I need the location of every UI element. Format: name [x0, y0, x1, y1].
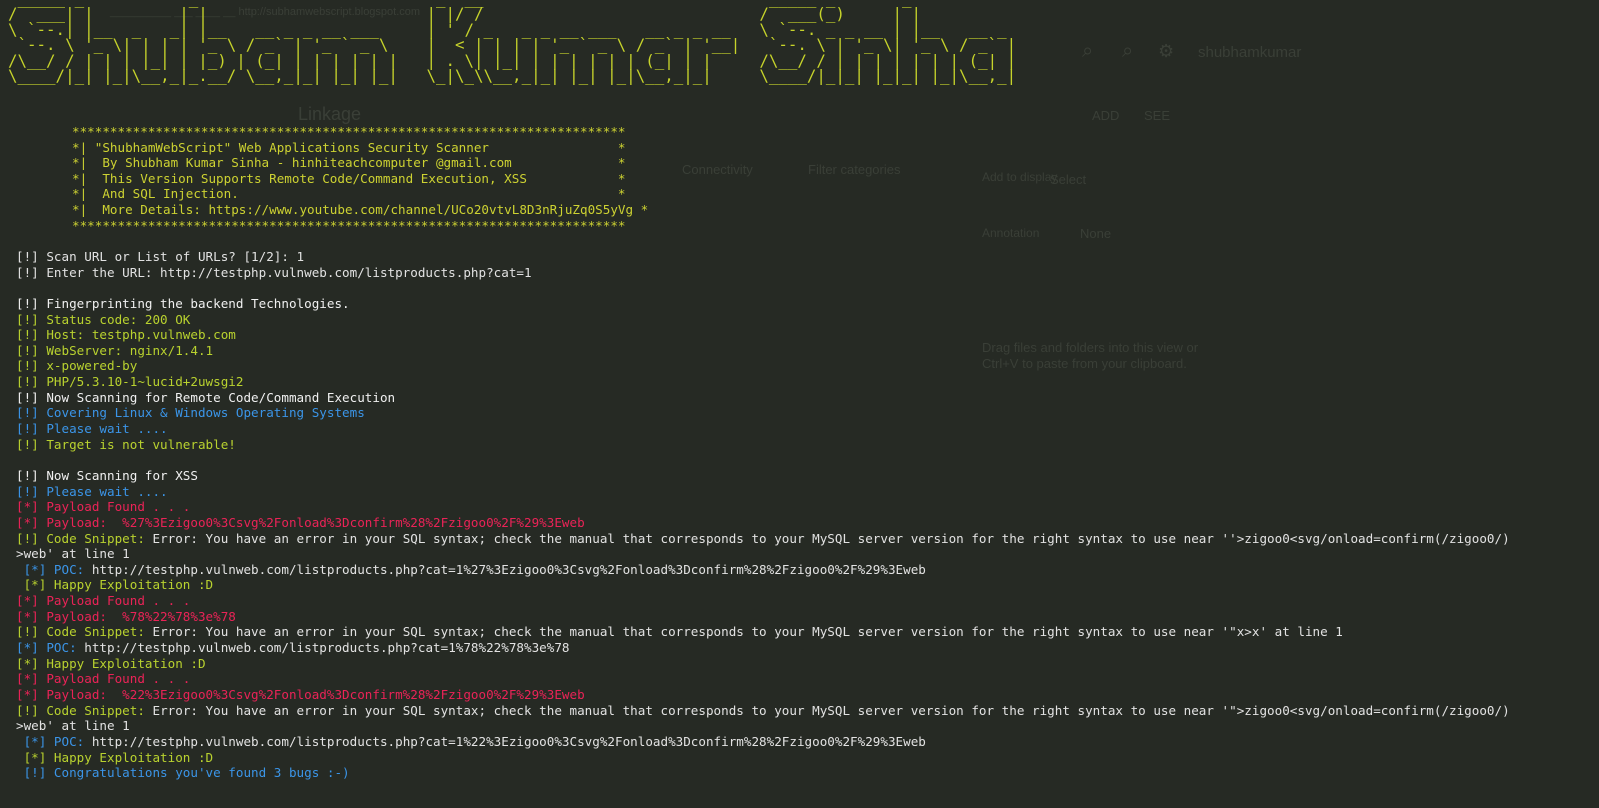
terminal-text: [!] Target is not vulnerable! — [16, 436, 236, 452]
terminal-line: [*] Happy Exploitation :D — [16, 750, 1591, 766]
background-filter-connectivity: Connectivity — [682, 162, 753, 177]
terminal-line: [*] POC: http://testphp.vulnweb.com/list… — [16, 562, 1591, 578]
terminal-line: [!] Congratulations you've found 3 bugs … — [16, 765, 1591, 781]
terminal-line: [!] Please wait .... — [16, 484, 1591, 500]
terminal-text: [!] Status code: 200 OK — [16, 311, 191, 327]
terminal-text: [!] PHP/5.3.10-1~lucid+2uwsgi2 — [16, 374, 244, 390]
background-section-label: Linkage — [298, 104, 362, 124]
terminal-line: [!] Covering Linux & Windows Operating S… — [16, 405, 1591, 421]
terminal-line: [*] Payload: %22%3Ezigoo0%3Csvg%2Fonload… — [16, 687, 1591, 703]
terminal-line: [!] Code Snippet: Error: You have an err… — [16, 531, 1591, 547]
ascii-art-banner: _____ _ _ _ __ _____ _ _ / ___| | | | | … — [8, 0, 1017, 86]
terminal-text: >web' at line 1 — [16, 546, 130, 562]
terminal-text: [*] POC: — [16, 640, 85, 656]
background-search-icon: ⌕ — [1082, 40, 1094, 62]
terminal-line: [*] Payload Found . . . — [16, 593, 1591, 609]
terminal-line: >web' at line 1 — [16, 718, 1591, 734]
terminal-text: [*] POC: — [16, 733, 92, 749]
terminal-text: [!] Enter the URL: http://testphp.vulnwe… — [16, 264, 532, 280]
terminal-text: [!] Please wait .... — [16, 483, 168, 499]
terminal-line: [!] Host: testphp.vulnweb.com — [16, 327, 1591, 343]
background-tab-add: ADD — [1092, 108, 1120, 123]
terminal-line: [*] Happy Exploitation :D — [16, 577, 1591, 593]
terminal-text: [*] Payload: %78%22%78%3e%78 — [16, 608, 236, 624]
terminal-text: [!] Fingerprinting the backend Technolog… — [16, 295, 350, 311]
terminal-line: [*] POC: http://testphp.vulnweb.com/list… — [16, 640, 1591, 656]
terminal-text: [!] x-powered-by — [16, 358, 138, 374]
terminal-line: [!] WebServer: nginx/1.4.1 — [16, 343, 1591, 359]
terminal-line: [!] Code Snippet: Error: You have an err… — [16, 624, 1591, 640]
scanner-info-box: ****************************************… — [72, 124, 649, 233]
terminal-text: [!] Now Scanning for XSS — [16, 467, 198, 483]
terminal-text: [!] Congratulations you've found 3 bugs … — [16, 765, 350, 781]
terminal-line: [*] POC: http://testphp.vulnweb.com/list… — [16, 734, 1591, 750]
terminal-line: [*] Payload Found . . . — [16, 671, 1591, 687]
background-zoom-icon: ⌕ — [1122, 40, 1134, 62]
background-tab-see: SEE — [1144, 108, 1171, 123]
terminal-text: [*] Payload Found . . . — [16, 499, 191, 515]
terminal-line: [!] Enter the URL: http://testphp.vulnwe… — [16, 265, 1591, 281]
terminal-output: [!] Scan URL or List of URLs? [1/2]: 1 [!… — [16, 249, 1591, 781]
terminal-text: Error: You have an error in your SQL syn… — [152, 530, 1510, 546]
terminal-text: [!] Covering Linux & Windows Operating S… — [16, 405, 365, 421]
background-annotation-label: Annotation — [982, 226, 1040, 240]
background-filter-categories: Filter categories — [808, 162, 901, 177]
terminal-line: [!] Please wait .... — [16, 421, 1591, 437]
background-settings-icon: ⚙ — [1158, 41, 1175, 61]
terminal-line: [*] Payload Found . . . — [16, 499, 1591, 515]
terminal-text: [*] Happy Exploitation :D — [16, 577, 214, 593]
terminal-line: [!] Target is not vulnerable! — [16, 437, 1591, 453]
terminal-text: http://testphp.vulnweb.com/listproducts.… — [84, 640, 570, 656]
terminal-line: [!] Now Scanning for Remote Code/Command… — [16, 390, 1591, 406]
terminal-text: [*] Payload: %22%3Ezigoo0%3Csvg%2Fonload… — [16, 686, 585, 702]
terminal-text: [*] Payload Found . . . — [16, 593, 191, 609]
terminal-line: [*] Happy Exploitation :D — [16, 656, 1591, 672]
background-annotation-value: None — [1080, 226, 1112, 241]
terminal-text: [!] Code Snippet: — [16, 530, 153, 546]
terminal-line: [!] Status code: 200 OK — [16, 312, 1591, 328]
terminal-text: [*] Happy Exploitation :D — [16, 749, 214, 765]
terminal-line: [!] Code Snippet: Error: You have an err… — [16, 703, 1591, 719]
terminal-text: http://testphp.vulnweb.com/listproducts.… — [91, 561, 926, 577]
background-field-label: Add to display — [982, 170, 1058, 184]
terminal-text: >web' at line 1 — [16, 718, 130, 734]
terminal-text: [*] Payload: %27%3Ezigoo0%3Csvg%2Fonload… — [16, 514, 585, 530]
terminal-line: [!] PHP/5.3.10-1~lucid+2uwsgi2 — [16, 374, 1591, 390]
terminal-text: [*] Payload Found . . . — [16, 671, 191, 687]
terminal-line: >web' at line 1 — [16, 546, 1591, 562]
terminal-text: [*] Happy Exploitation :D — [16, 655, 206, 671]
terminal-text: Error: You have an error in your SQL syn… — [152, 624, 1343, 640]
terminal-line: [!] Now Scanning for XSS — [16, 468, 1591, 484]
terminal-text: Error: You have an error in your SQL syn… — [152, 702, 1510, 718]
background-username: shubhamkumar — [1198, 44, 1302, 61]
background-field-value: Select — [1050, 172, 1087, 187]
terminal-line: [!] x-powered-by — [16, 358, 1591, 374]
terminal-text: [!] Host: testphp.vulnweb.com — [16, 327, 236, 343]
terminal-text: [!] Code Snippet: — [16, 702, 153, 718]
terminal-text: [!] Code Snippet: — [16, 624, 153, 640]
terminal-line: [*] Payload: %78%22%78%3e%78 — [16, 609, 1591, 625]
terminal-text: [!] Now Scanning for Remote Code/Command… — [16, 389, 396, 405]
terminal-text: [!] Please wait .... — [16, 421, 168, 437]
terminal-line: [!] Scan URL or List of URLs? [1/2]: 1 — [16, 249, 1591, 265]
terminal-text: [*] POC: — [16, 561, 92, 577]
terminal-text: [!] WebServer: nginx/1.4.1 — [16, 342, 214, 358]
terminal-text: [!] Scan URL or List of URLs? [1/2]: 1 — [16, 249, 305, 264]
terminal-text: http://testphp.vulnweb.com/listproducts.… — [91, 733, 926, 749]
terminal-line: [*] Payload: %27%3Ezigoo0%3Csvg%2Fonload… — [16, 515, 1591, 531]
terminal-line: [!] Fingerprinting the backend Technolog… — [16, 296, 1591, 312]
